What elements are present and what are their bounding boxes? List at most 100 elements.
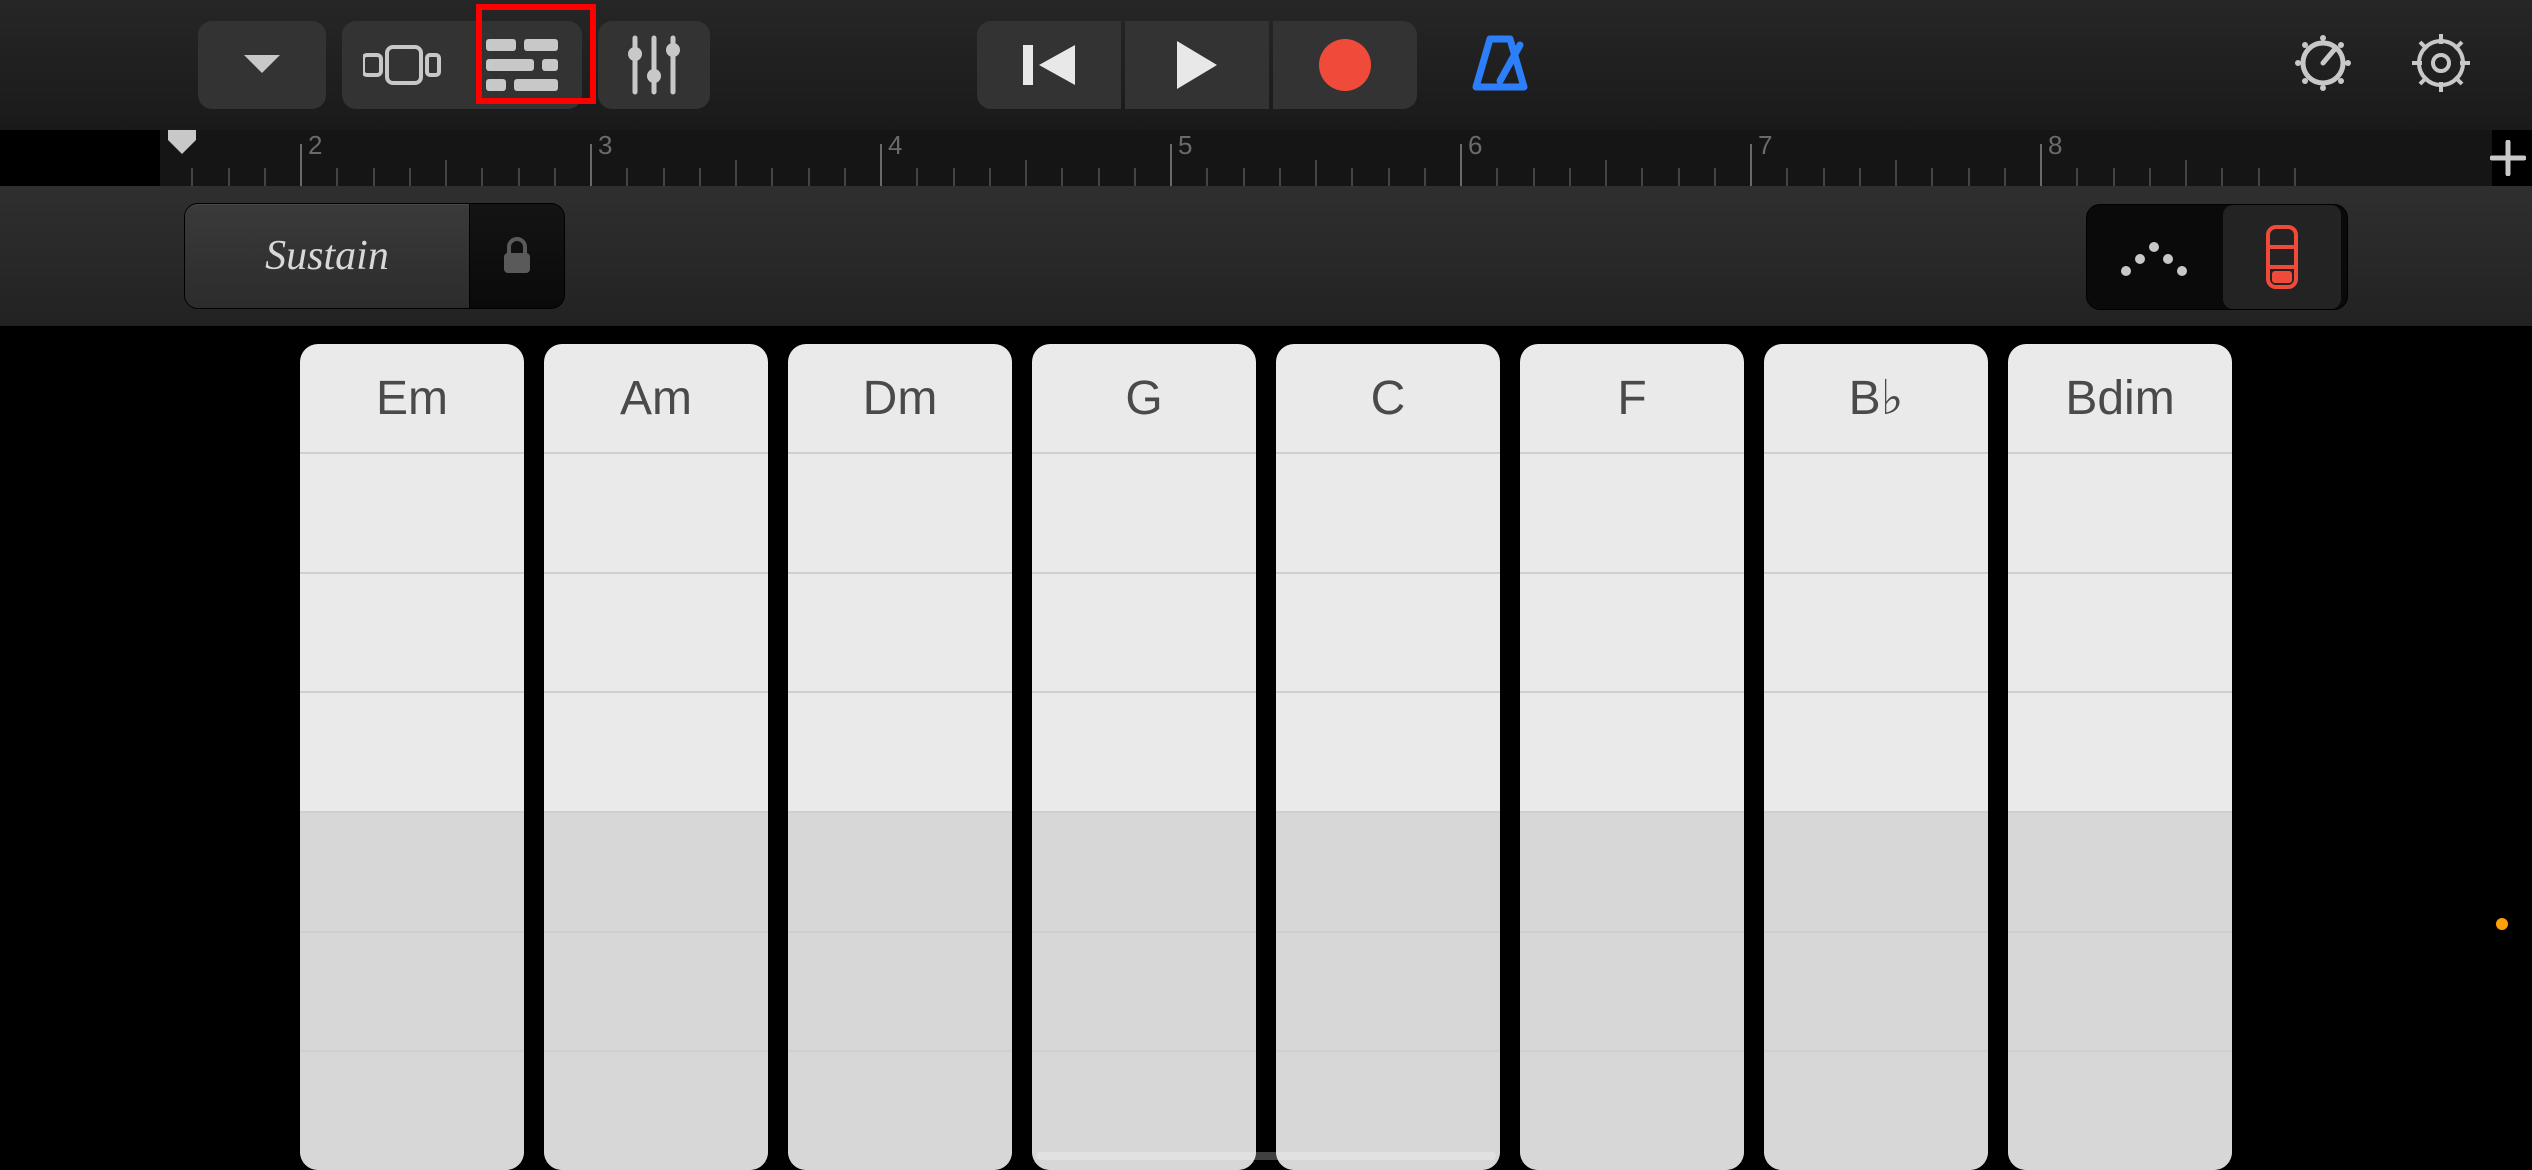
chord-cell[interactable] [300, 1052, 524, 1170]
dial-icon [2292, 32, 2354, 94]
chord-cell[interactable] [2008, 693, 2232, 813]
chord-cell[interactable] [1276, 813, 1500, 933]
plus-icon [2490, 140, 2526, 176]
chord-cell[interactable] [2008, 454, 2232, 574]
chord-cell[interactable] [788, 933, 1012, 1053]
chord-cell[interactable] [788, 813, 1012, 933]
chord-cell[interactable] [2008, 813, 2232, 933]
chord-strip[interactable]: F [1520, 344, 1744, 1170]
chord-cell[interactable] [300, 454, 524, 574]
metronome-button[interactable] [1445, 21, 1555, 109]
chord-strip[interactable]: Am [544, 344, 768, 1170]
instrument-subbar: Sustain [0, 186, 2532, 326]
chord-strip[interactable]: C [1276, 344, 1500, 1170]
chord-cell[interactable] [2008, 933, 2232, 1053]
chord-strips-mode-button[interactable] [2223, 205, 2341, 309]
view-mode-segmented [342, 21, 582, 109]
transport-controls [977, 0, 1555, 130]
chord-cell[interactable] [1520, 693, 1744, 813]
chord-cell[interactable] [300, 813, 524, 933]
right-toolbar-group [2292, 0, 2472, 130]
chord-cell[interactable] [1520, 454, 1744, 574]
chord-cell[interactable] [1764, 574, 1988, 694]
chord-cell[interactable] [544, 1052, 768, 1170]
view-tracks-button[interactable] [462, 21, 582, 109]
chord-strip[interactable]: G [1032, 344, 1256, 1170]
chord-cell[interactable] [544, 574, 768, 694]
go-to-start-button[interactable] [977, 21, 1121, 109]
info-button[interactable] [2292, 32, 2354, 99]
home-indicator [1036, 1152, 1496, 1160]
chord-label: B♭ [1764, 344, 1988, 454]
chord-label: Em [300, 344, 524, 454]
chord-strips-area: EmAmDmGCFB♭Bdim [300, 344, 2232, 1170]
sliders-icon [625, 34, 683, 96]
chord-cell[interactable] [1032, 574, 1256, 694]
chord-cell[interactable] [1520, 813, 1744, 933]
chord-cell[interactable] [2008, 574, 2232, 694]
chord-cell[interactable] [788, 454, 1012, 574]
chord-cell[interactable] [1032, 454, 1256, 574]
chord-cell[interactable] [300, 933, 524, 1053]
chord-strip[interactable]: Dm [788, 344, 1012, 1170]
chord-cell[interactable] [1520, 1052, 1744, 1170]
arpeggiator-mode-button[interactable] [2087, 205, 2217, 309]
chord-cell[interactable] [544, 933, 768, 1053]
chord-cell[interactable] [788, 1052, 1012, 1170]
ruler-bar-label: 6 [1468, 130, 1482, 161]
skip-back-icon [1019, 41, 1079, 89]
sustain-button[interactable]: Sustain [184, 203, 470, 309]
top-toolbar [0, 0, 2532, 130]
record-icon [1317, 37, 1373, 93]
chord-cell[interactable] [1032, 813, 1256, 933]
chord-cell[interactable] [1276, 454, 1500, 574]
view-instrument-button[interactable] [342, 21, 462, 109]
chord-cell[interactable] [788, 574, 1012, 694]
play-button[interactable] [1125, 21, 1269, 109]
track-controls-button[interactable] [598, 21, 710, 109]
autoplay-mode-segmented [2086, 204, 2348, 310]
timeline-ruler[interactable]: 2345678 [160, 130, 2492, 186]
chord-cell[interactable] [2008, 1052, 2232, 1170]
chord-cell[interactable] [1276, 693, 1500, 813]
arpeggiator-icon [2116, 235, 2188, 279]
chord-label: G [1032, 344, 1256, 454]
chord-strip[interactable]: Bdim [2008, 344, 2232, 1170]
ruler-bar-label: 2 [308, 130, 322, 161]
chord-cell[interactable] [1520, 574, 1744, 694]
chord-cell[interactable] [788, 693, 1012, 813]
record-button[interactable] [1273, 21, 1417, 109]
chord-label: Am [544, 344, 768, 454]
chord-cell[interactable] [1520, 933, 1744, 1053]
ruler-bar-label: 7 [1758, 130, 1772, 161]
chord-cell[interactable] [1032, 693, 1256, 813]
settings-button[interactable] [2410, 32, 2472, 99]
chord-cell[interactable] [1276, 574, 1500, 694]
chord-label: F [1520, 344, 1744, 454]
chord-cell[interactable] [544, 693, 768, 813]
chord-cell[interactable] [1764, 813, 1988, 933]
ruler-bar-label: 5 [1178, 130, 1192, 161]
chord-strip-icon [2262, 225, 2302, 289]
chord-cell[interactable] [300, 574, 524, 694]
metronome-icon [1468, 35, 1532, 95]
chord-cell[interactable] [1276, 933, 1500, 1053]
chord-cell[interactable] [1032, 933, 1256, 1053]
chord-cell[interactable] [1764, 1052, 1988, 1170]
track-dropdown-button[interactable] [198, 21, 326, 109]
chord-cell[interactable] [544, 454, 768, 574]
chord-cell[interactable] [1764, 454, 1988, 574]
play-icon [1173, 39, 1221, 91]
chord-strip[interactable]: B♭ [1764, 344, 1988, 1170]
add-track-button[interactable] [2484, 134, 2532, 182]
chord-cell[interactable] [1764, 933, 1988, 1053]
chord-strip[interactable]: Em [300, 344, 524, 1170]
chord-cell[interactable] [544, 813, 768, 933]
instrument-browser-icon [363, 43, 441, 87]
lock-icon [501, 236, 533, 276]
chord-cell[interactable] [1764, 693, 1988, 813]
chord-cell[interactable] [300, 693, 524, 813]
microphone-indicator-icon [2496, 918, 2508, 930]
sustain-lock-button[interactable] [470, 203, 565, 309]
chord-label: Bdim [2008, 344, 2232, 454]
